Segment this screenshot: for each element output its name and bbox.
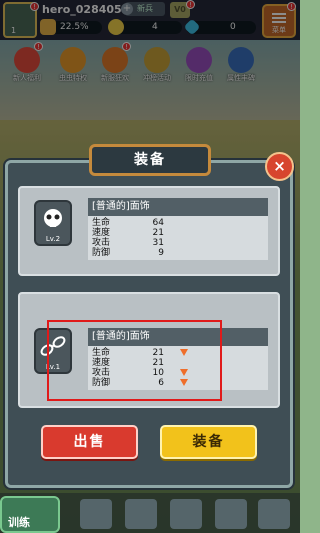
train-button[interactable]: 训练 [0, 496, 60, 533]
stat-row: 生命 64 [92, 218, 268, 228]
stat-value: 21 [152, 228, 164, 238]
stat-row: 攻击 31 [92, 238, 268, 248]
equipped-item-info: [普通的]面饰 生命 64 速度 21 攻击 31 防御 9 [88, 198, 268, 260]
sell-button[interactable]: 出售 [41, 425, 138, 459]
skull-mask-icon: Lv.2 [34, 200, 72, 246]
bottom-nav-slot[interactable] [170, 499, 202, 529]
highlight-box [47, 320, 222, 401]
close-button[interactable]: × [265, 152, 294, 181]
bottom-nav-slot[interactable] [258, 499, 290, 529]
equip-button[interactable]: 装备 [160, 425, 257, 459]
stat-label: 防御 [92, 248, 111, 258]
stat-value: 9 [158, 248, 164, 258]
stat-label: 攻击 [92, 238, 111, 248]
train-label: 训练 [8, 516, 30, 529]
stat-row: 速度 21 [92, 228, 268, 238]
stat-row: 防御 9 [92, 248, 268, 258]
item-name: [普通的]面饰 [88, 198, 268, 216]
bottom-nav-slot[interactable] [125, 499, 157, 529]
bottom-nav-slot[interactable] [80, 499, 112, 529]
item-level: Lv.2 [45, 235, 61, 243]
stats-list: 生命 64 速度 21 攻击 31 防御 9 [88, 216, 268, 260]
dialog-title: 装备 [89, 144, 211, 176]
stat-value: 31 [152, 238, 164, 248]
stat-label: 速度 [92, 228, 111, 238]
stat-value: 64 [152, 218, 164, 228]
equipped-item-card: Lv.2 [普通的]面饰 生命 64 速度 21 攻击 31 防御 9 [18, 186, 280, 276]
stat-label: 生命 [92, 218, 111, 228]
bottom-nav-slot[interactable] [215, 499, 247, 529]
